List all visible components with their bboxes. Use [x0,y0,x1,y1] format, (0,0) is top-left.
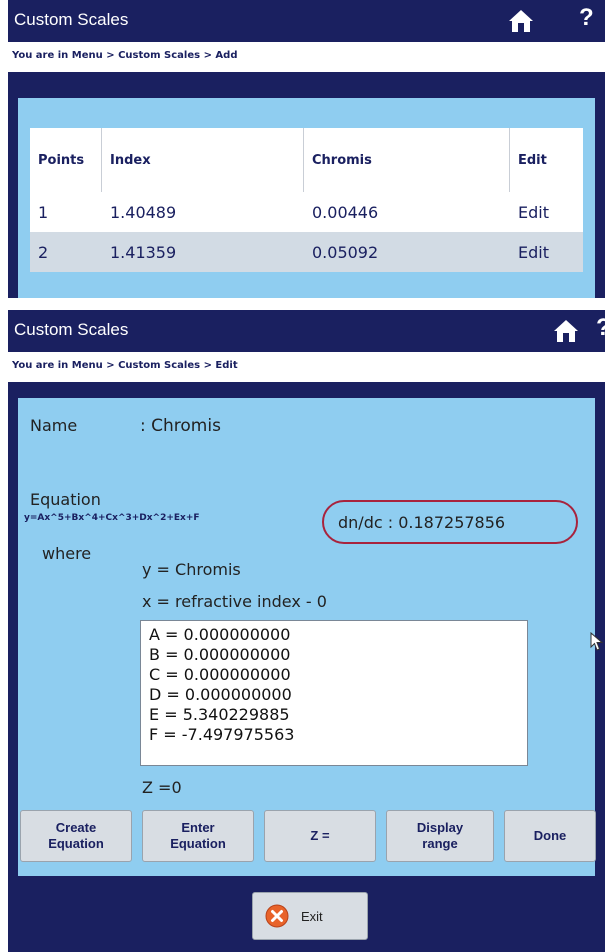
coefficient-b: B = 0.000000000 [149,645,291,664]
display-range-button[interactable]: Display range [386,810,494,862]
z-value: Z =0 [142,778,182,797]
coefficient-e: E = 5.340229885 [149,705,290,724]
edit-link[interactable]: Edit [510,203,582,222]
equation-formula: y=Ax^5+Bx^4+Cx^3+Dx^2+Ex+F [24,513,200,523]
breadcrumb-bar: You are in Menu > Custom Scales > Add [8,42,605,72]
display-range-label-1: Display [416,820,464,835]
exit-label: Exit [301,908,323,924]
chromis-value: 0.00446 [312,202,379,222]
create-equation-label-2: Equation [48,836,104,851]
header-points: Points [30,128,102,192]
home-icon[interactable] [508,8,534,34]
edit-link[interactable]: Edit [510,243,582,262]
y-definition: y = Chromis [142,560,241,579]
index-value: 1.41359 [110,242,177,262]
enter-equation-label-1: Enter [181,820,215,835]
z-button-label: Z = [310,828,330,843]
chromis-value: 0.05092 [312,242,379,262]
display-range-label-2: range [422,836,458,851]
coefficient-a: A = 0.000000000 [149,625,291,644]
table-header-row: Points Index Chromis Edit [30,128,583,192]
index-value: 1.40489 [110,202,177,222]
breadcrumb: You are in Menu > Custom Scales > Add [12,50,238,61]
close-circle-icon [265,904,289,928]
table-row[interactable]: 2 1.41359 0.05092 Edit [30,232,583,272]
coefficient-f: F = -7.497975563 [149,725,295,744]
help-icon[interactable]: ? [596,314,605,342]
dndc-readout: dn/dc : 0.187257856 [322,500,578,544]
create-equation-button[interactable]: Create Equation [20,810,132,862]
dndc-value: dn/dc : 0.187257856 [338,512,506,532]
mouse-cursor-icon [590,632,604,651]
table-row[interactable]: 1 1.40489 0.00446 Edit [30,192,583,232]
z-button[interactable]: Z = [264,810,376,862]
title-bar: Custom Scales ? [8,310,605,352]
point-number: 1 [38,202,49,222]
coefficient-c: C = 0.000000000 [149,665,291,684]
exit-button[interactable]: Exit [252,892,368,940]
coefficients-list[interactable]: A = 0.000000000 B = 0.000000000 C = 0.00… [140,620,528,766]
enter-equation-button[interactable]: Enter Equation [142,810,254,862]
title-bar: Custom Scales ? [8,0,605,42]
header-chromis: Chromis [304,128,510,192]
help-icon[interactable]: ? [579,4,594,32]
equation-label: Equation [30,490,101,509]
coefficient-d: D = 0.000000000 [149,685,292,704]
create-equation-label-1: Create [55,820,97,835]
header-edit: Edit [518,152,547,168]
breadcrumb: You are in Menu > Custom Scales > Edit [12,360,238,371]
x-definition: x = refractive index - 0 [142,592,327,611]
name-value: : Chromis [140,416,221,436]
screen-title: Custom Scales [14,10,129,29]
home-icon[interactable] [553,318,579,344]
header-index: Index [102,128,304,192]
name-label: Name [30,416,78,435]
custom-scales-edit-screen: Custom Scales ? You are in Menu > Custom… [0,310,605,952]
enter-equation-label-2: Equation [170,836,226,851]
done-label: Done [533,828,567,843]
custom-scales-add-screen: Custom Scales ? You are in Menu > Custom… [0,0,605,298]
screen-title: Custom Scales [14,320,129,339]
breadcrumb-bar: You are in Menu > Custom Scales > Edit [8,352,605,382]
points-table: Points Index Chromis Edit 1 1.40489 0.00… [30,128,583,272]
where-label: where [42,544,92,563]
done-button[interactable]: Done [504,810,596,862]
point-number: 2 [38,242,49,262]
